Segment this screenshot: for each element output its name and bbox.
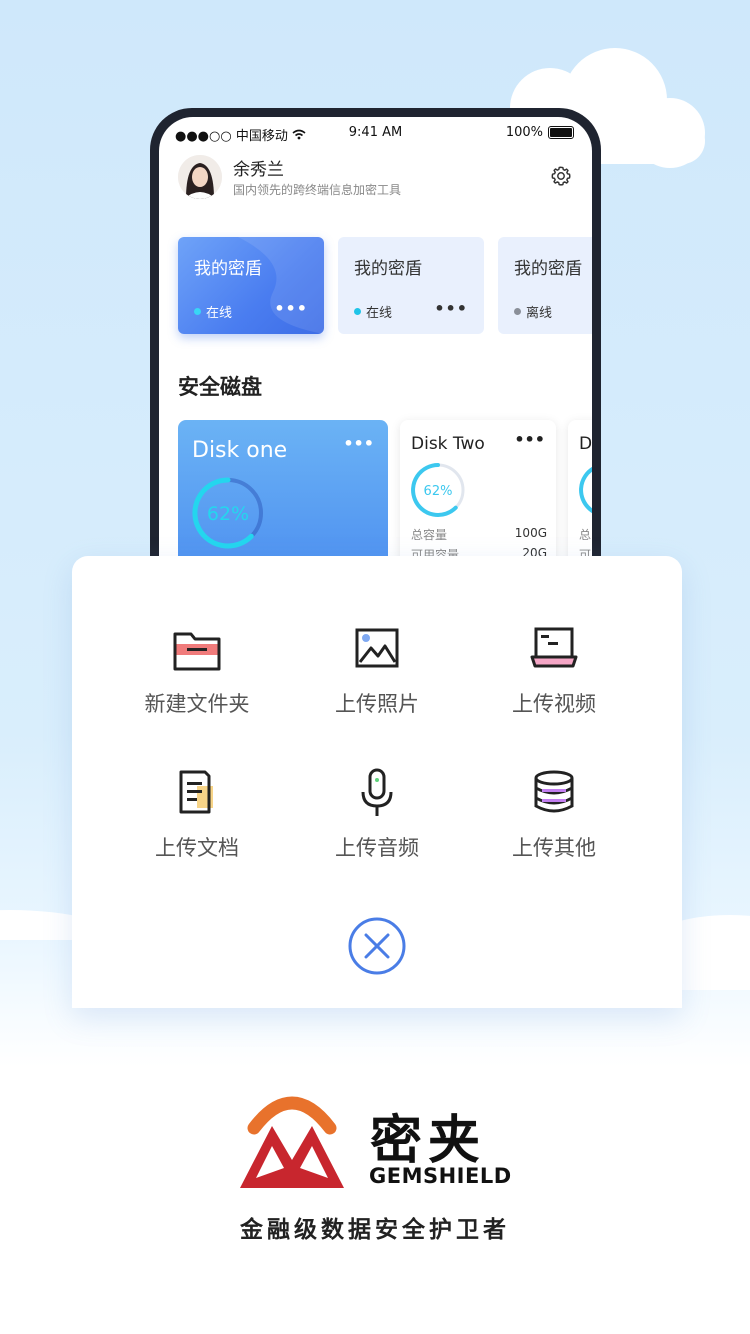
shield-status: 离线 <box>514 302 552 321</box>
user-subtitle: 国内领先的跨终端信息加密工具 <box>233 183 402 197</box>
usage-ring: 62% <box>192 477 263 549</box>
disk-name: Disk Two <box>411 434 485 454</box>
shield-status-label: 在线 <box>366 306 393 321</box>
phone-screen: ●●●○○ 中国移动 9:41 AM 100% 余秀兰 国内领先的跨终端信息加密… <box>159 117 592 568</box>
disk-card-2[interactable]: Disk Two ••• 62% 总容量 100G 可用容量 20G <box>400 420 556 568</box>
more-icon[interactable]: ••• <box>514 430 545 449</box>
action-label: 上传照片 <box>335 692 419 716</box>
image-icon <box>355 628 399 668</box>
shield-status-label: 离线 <box>526 306 553 321</box>
brand-name-en: GEMSHIELD <box>369 1164 512 1188</box>
more-icon[interactable]: ••• <box>343 434 374 453</box>
phone-frame: ●●●○○ 中国移动 9:41 AM 100% 余秀兰 国内领先的跨终端信息加密… <box>150 108 601 568</box>
folder-icon <box>173 632 221 671</box>
gear-icon[interactable] <box>550 165 572 187</box>
action-label: 上传文档 <box>155 836 239 860</box>
total-capacity-value: 100G <box>514 526 547 540</box>
shield-status: 在线 <box>354 302 392 321</box>
more-icon[interactable]: ••• <box>434 299 468 318</box>
action-label: 上传音频 <box>335 836 419 860</box>
more-icon[interactable]: ••• <box>274 299 308 318</box>
action-label: 新建文件夹 <box>144 692 250 716</box>
avatar-image <box>178 155 222 199</box>
shield-card-1[interactable]: 我的密盾 在线 ••• <box>178 237 324 334</box>
shield-title: 我的密盾 <box>514 259 582 279</box>
upload-audio-button[interactable]: 上传音频 <box>292 764 462 862</box>
total-capacity-row: 总 <box>579 526 592 543</box>
video-icon <box>530 627 578 668</box>
document-icon <box>179 770 213 814</box>
brand-name: 密夹 <box>370 1111 487 1171</box>
usage-ring: 6 <box>579 467 592 514</box>
shield-status-label: 在线 <box>206 306 233 321</box>
shield-title: 我的密盾 <box>194 259 262 279</box>
upload-photo-button[interactable]: 上传照片 <box>292 620 462 718</box>
usage-percent: 62% <box>424 484 453 499</box>
microphone-icon <box>361 768 393 816</box>
action-label: 上传视频 <box>512 692 596 716</box>
action-label: 上传其他 <box>512 836 596 860</box>
usage-ring: 62% <box>411 463 465 517</box>
avatar[interactable] <box>178 155 222 199</box>
battery-status: 100% <box>506 125 574 140</box>
disk-list: Disk one ••• 62% Disk Two ••• 62% 总容量 10… <box>178 420 592 568</box>
battery-icon <box>548 126 574 139</box>
offline-dot <box>514 308 521 315</box>
upload-video-button[interactable]: 上传视频 <box>469 620 639 718</box>
disk-name: Disk one <box>192 438 288 463</box>
disk-card-1[interactable]: Disk one ••• 62% <box>178 420 388 568</box>
shield-card-3[interactable]: 我的密盾 离线 ••• <box>498 237 592 334</box>
upload-other-button[interactable]: 上传其他 <box>469 764 639 862</box>
status-bar: ●●●○○ 中国移动 9:41 AM 100% <box>159 123 592 147</box>
brand-logo <box>240 1096 344 1188</box>
stack-icon <box>534 770 574 813</box>
shield-list: 我的密盾 在线 ••• 我的密盾 在线 ••• 我的密盾 离线 <box>178 237 592 334</box>
total-capacity-row: 总容量 100G <box>411 526 547 543</box>
total-capacity-label: 总 <box>579 528 592 542</box>
disk-name: Di <box>579 434 592 454</box>
section-title: 安全磁盘 <box>178 375 262 399</box>
new-folder-button[interactable]: 新建文件夹 <box>112 620 282 718</box>
upload-action-sheet: 新建文件夹 上传照片 上传视频 上传文档 上传音频 上传其他 <box>72 556 682 1008</box>
total-capacity-label: 总容量 <box>411 528 448 542</box>
shield-card-2[interactable]: 我的密盾 在线 ••• <box>338 237 484 334</box>
upload-document-button[interactable]: 上传文档 <box>112 764 282 862</box>
brand-slogan: 金融级数据安全护卫者 <box>240 1217 510 1243</box>
battery-percent: 100% <box>505 125 543 140</box>
shield-title: 我的密盾 <box>354 259 422 279</box>
usage-percent: 62% <box>207 503 249 525</box>
shield-status: 在线 <box>194 302 232 321</box>
user-name: 余秀兰 <box>233 160 284 180</box>
close-icon[interactable] <box>347 916 407 976</box>
brand-section: 密夹 GEMSHIELD 金融级数据安全护卫者 <box>0 1080 750 1260</box>
online-dot <box>194 308 201 315</box>
disk-card-3[interactable]: Di 6 总 可 <box>568 420 592 568</box>
online-dot <box>354 308 361 315</box>
